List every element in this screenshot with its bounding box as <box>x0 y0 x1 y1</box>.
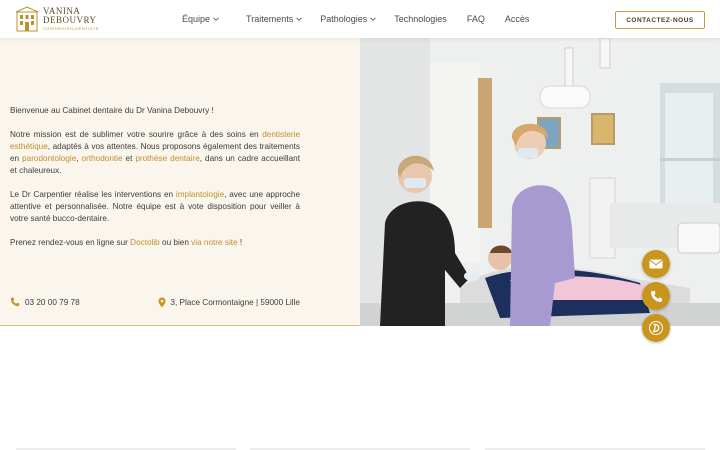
site-header: VANINA DEBOUVRY CHIRURGIEN-DENTISTE Équi… <box>0 0 720 38</box>
dental-office-image <box>360 38 720 326</box>
map-pin-icon <box>158 297 166 308</box>
nav-label: Technologies <box>394 14 447 24</box>
nav-label: Accès <box>504 14 530 24</box>
logo[interactable]: VANINA DEBOUVRY CHIRURGIEN-DENTISTE <box>15 4 99 34</box>
nav-label: Traitements <box>246 14 294 24</box>
chevron-down-icon <box>296 17 303 21</box>
nav-item-traitements[interactable]: Traitements <box>246 14 303 24</box>
chevron-down-icon <box>370 17 377 21</box>
address-text: 3, Place Cormontaigne | 59000 Lille <box>170 298 300 307</box>
logo-name: VANINA DEBOUVRY <box>43 7 99 25</box>
phone-number: 03 20 00 79 78 <box>25 297 80 307</box>
doctolib-icon <box>649 321 663 335</box>
text: Prenez rendez-vous en ligne sur <box>10 238 131 247</box>
mission-paragraph: Notre mission est de sublimer votre sour… <box>10 129 300 177</box>
nav-label: Équipe <box>182 14 211 24</box>
nav-item-equipe[interactable]: Équipe <box>182 14 219 24</box>
welcome-text: Bienvenue au Cabinet dentaire du Dr Vani… <box>10 106 214 115</box>
appointment-paragraph: Prenez rendez-vous en ligne sur Doctolib… <box>10 237 300 249</box>
call-button[interactable] <box>642 282 670 310</box>
nav-item-technologies[interactable]: Technologies <box>394 14 447 24</box>
doctolib-button[interactable] <box>642 314 670 342</box>
building-logo-icon <box>15 6 39 32</box>
text: et <box>122 154 136 163</box>
nav-item-pathologies[interactable]: Pathologies <box>320 14 377 24</box>
link-via-notre-site[interactable]: via notre site <box>191 238 237 247</box>
main-nav: Équipe Traitements Pathologies Technolog… <box>182 0 529 38</box>
email-button[interactable] <box>642 250 670 278</box>
logo-subtitle: CHIRURGIEN-DENTISTE <box>43 26 99 31</box>
nav-label: Pathologies <box>320 14 368 24</box>
text: Le Dr Carpentier réalise les interventio… <box>10 190 176 199</box>
nav-item-faq[interactable]: FAQ <box>467 14 485 24</box>
mail-icon <box>649 259 663 269</box>
link-prothese-dentaire[interactable]: prothèse dentaire <box>135 154 199 163</box>
chevron-down-icon <box>213 17 219 21</box>
link-implantologie[interactable]: implantologie <box>176 190 224 199</box>
hero-intro: Bienvenue au Cabinet dentaire du Dr Vani… <box>10 105 300 261</box>
nav-label: FAQ <box>466 14 485 24</box>
implant-paragraph: Le Dr Carpentier réalise les interventio… <box>10 189 300 225</box>
contact-button[interactable]: CONTACTEZ-NOUS <box>615 11 705 29</box>
link-orthodontie[interactable]: orthodontie <box>82 154 123 163</box>
phone-icon <box>650 290 662 302</box>
logo-text: VANINA DEBOUVRY CHIRURGIEN-DENTISTE <box>43 7 99 31</box>
text: ! <box>237 238 243 247</box>
phone-contact[interactable]: 03 20 00 79 78 <box>10 297 80 307</box>
text: Notre mission est de sublimer votre sour… <box>10 130 263 139</box>
contact-info-row: 03 20 00 79 78 3, Place Cormontaigne | 5… <box>10 297 300 311</box>
logo-name-line2: DEBOUVRY <box>43 15 97 25</box>
hero-photo-dental-care <box>360 38 720 326</box>
nav-item-acces[interactable]: Accès <box>505 14 530 24</box>
phone-icon <box>10 297 20 307</box>
text: ou bien <box>159 238 192 247</box>
address[interactable]: 3, Place Cormontaigne | 59000 Lille <box>158 297 300 308</box>
link-doctolib[interactable]: Doctolib <box>130 238 160 247</box>
link-parodontologie[interactable]: parodontologie <box>22 154 76 163</box>
